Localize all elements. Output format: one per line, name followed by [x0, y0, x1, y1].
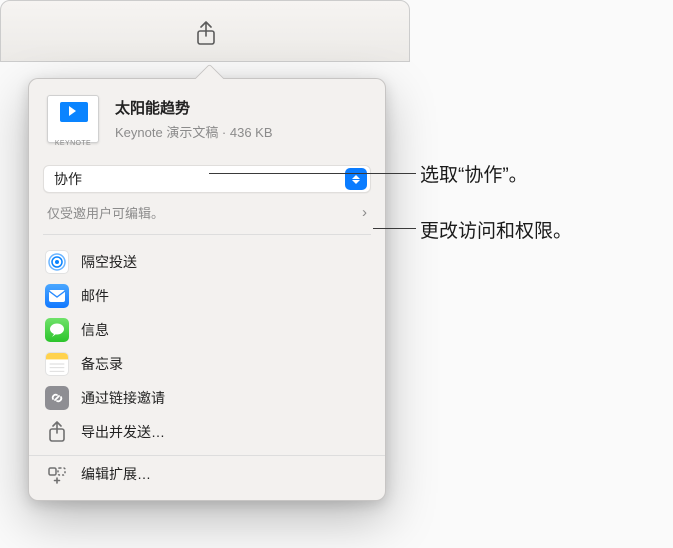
permissions-summary: 仅受邀用户可编辑。	[47, 203, 164, 222]
notes-icon	[45, 352, 69, 376]
document-meta: Keynote 演示文稿 · 436 KB	[115, 122, 273, 141]
document-thumbnail: KEYNOTE	[47, 95, 101, 149]
share-item-airdrop[interactable]: 隔空投送	[43, 245, 371, 279]
dropdown-stepper-icon	[345, 168, 367, 190]
export-icon	[45, 420, 69, 444]
edit-extensions[interactable]: 编辑扩展…	[29, 456, 385, 492]
share-item-label: 导出并发送…	[81, 422, 165, 442]
mail-icon	[45, 284, 69, 308]
collaboration-mode-select[interactable]: 协作	[43, 165, 371, 193]
share-item-invite-link[interactable]: 通过链接邀请	[43, 381, 371, 415]
mode-selected-value: 协作	[54, 169, 345, 189]
messages-icon	[45, 318, 69, 342]
share-item-export-send[interactable]: 导出并发送…	[43, 415, 371, 449]
share-item-label: 隔空投送	[81, 252, 137, 272]
link-icon	[45, 386, 69, 410]
share-toolbar-button[interactable]	[191, 19, 221, 49]
share-icon	[195, 21, 217, 47]
share-destination-list: 隔空投送 邮件 信息 备忘录 通过链接邀请	[29, 235, 385, 456]
callout-line-select	[209, 173, 416, 174]
toolbar	[0, 0, 410, 62]
extensions-icon	[45, 462, 69, 486]
callout-line-permissions	[373, 228, 416, 229]
share-item-label: 信息	[81, 320, 109, 340]
share-item-mail[interactable]: 邮件	[43, 279, 371, 313]
airdrop-icon	[45, 250, 69, 274]
share-item-label: 邮件	[81, 286, 109, 306]
chevron-right-icon: ›	[362, 204, 367, 221]
share-item-label: 备忘录	[81, 354, 123, 374]
document-header: KEYNOTE 太阳能趋势 Keynote 演示文稿 · 436 KB	[29, 95, 385, 161]
share-item-notes[interactable]: 备忘录	[43, 347, 371, 381]
permissions-row[interactable]: 仅受邀用户可编辑。 ›	[43, 203, 371, 235]
thumb-badge: KEYNOTE	[47, 140, 99, 147]
share-item-messages[interactable]: 信息	[43, 313, 371, 347]
edit-extensions-label: 编辑扩展…	[81, 464, 151, 484]
callout-permissions: 更改访问和权限。	[420, 216, 572, 243]
document-title: 太阳能趋势	[115, 97, 273, 118]
share-item-label: 通过链接邀请	[81, 388, 165, 408]
callout-select-mode: 选取“协作”。	[420, 160, 528, 187]
share-popover: KEYNOTE 太阳能趋势 Keynote 演示文稿 · 436 KB 协作 仅…	[28, 78, 386, 501]
